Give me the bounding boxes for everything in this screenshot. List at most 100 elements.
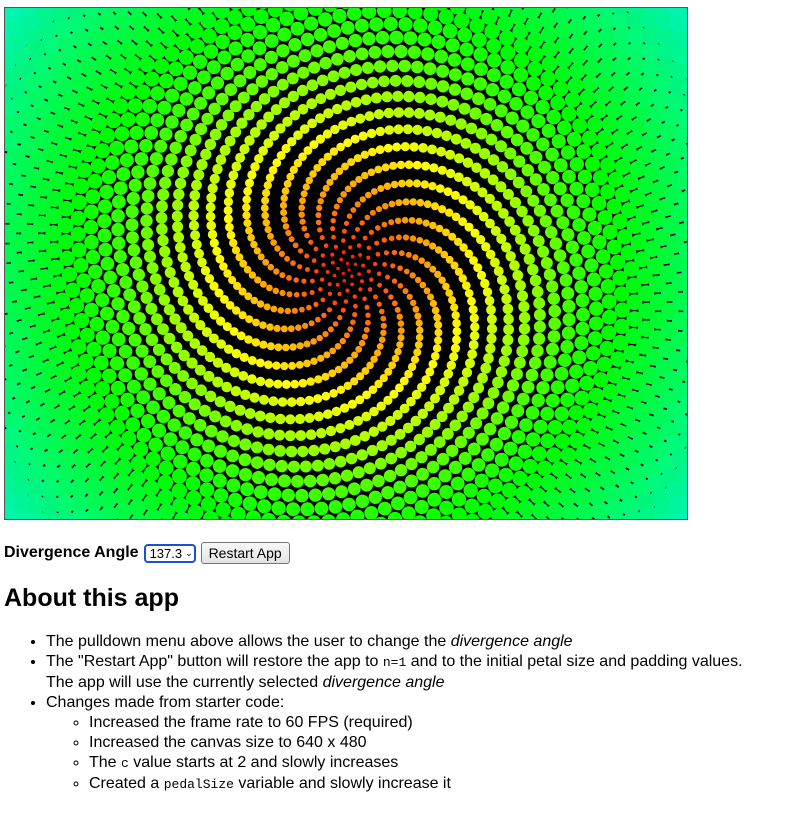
spiral-dot [319, 443, 331, 455]
spiral-dot [551, 461, 568, 478]
spiral-dot [469, 331, 480, 341]
divergence-angle-value: 137.3 [149, 545, 183, 561]
spiral-dot [264, 378, 274, 388]
spiral-dot [341, 250, 346, 255]
spiral-dot [240, 482, 255, 497]
spiral-dot [297, 264, 303, 270]
spiral-dot [558, 489, 576, 507]
spiral-dot [144, 126, 159, 140]
spiral-dot [206, 220, 216, 231]
spiral-dot [257, 499, 272, 514]
spiral-dot [529, 150, 543, 164]
spiral-dot [178, 49, 194, 65]
spiral-dot [113, 249, 127, 264]
spiral-dot [245, 226, 253, 235]
spiral-dot [448, 68, 462, 82]
spiral-dot [577, 231, 591, 245]
spiral-dot [247, 233, 255, 242]
spiral-dot [188, 279, 199, 290]
spiral-dot [516, 205, 528, 218]
spiral-dot [186, 8, 203, 25]
spiral-dot [287, 325, 295, 333]
spiral-dot [469, 107, 482, 120]
spiral-dot [394, 44, 408, 59]
spiral-dot [284, 307, 291, 315]
spiral-dot [171, 210, 183, 222]
spiral-dot [427, 144, 437, 155]
spiral-dot [135, 84, 151, 100]
spiral-dot [359, 431, 371, 442]
spiral-dot [461, 72, 475, 86]
spiral-dot [186, 461, 201, 477]
spiral-dot [84, 234, 99, 250]
spiral-dot [434, 111, 446, 123]
spiral-dot [172, 199, 184, 211]
spiral-dot [276, 61, 289, 74]
spiral-dot [381, 163, 390, 172]
spiral-dot [509, 224, 521, 236]
spiral-dot [320, 253, 325, 258]
spiral-dot [414, 312, 422, 320]
spiral-dot [127, 300, 141, 314]
spiral-dot [224, 135, 236, 147]
spiral-dot [605, 101, 623, 119]
spiral-dot [589, 301, 604, 316]
spiral-dot [389, 30, 404, 45]
spiral-dot [306, 377, 315, 386]
spiral-dot [447, 98, 460, 111]
spiral-dot [109, 356, 125, 371]
spiral-dot [409, 272, 416, 279]
spiral-dot [276, 44, 290, 58]
spiral-dot [405, 251, 412, 258]
spiral-dot [192, 288, 203, 298]
spiral-dot [338, 120, 348, 130]
spiral-dot [350, 274, 354, 279]
spiral-dot [154, 139, 168, 153]
spiral-dot [481, 448, 495, 462]
spiral-dot [150, 273, 162, 285]
divergence-angle-select[interactable]: 137.3 ⌄ [143, 543, 196, 563]
spiral-dot [195, 123, 208, 136]
spiral-dot [367, 168, 376, 177]
spiral-dot [116, 167, 131, 182]
spiral-dot [284, 430, 296, 442]
spiral-dot [200, 12, 217, 29]
spiral-dot [470, 417, 483, 430]
spiral-dot [241, 423, 253, 435]
spiral-dot [517, 334, 530, 346]
spiral-dot [199, 468, 214, 483]
spiral-dot [539, 215, 552, 228]
spiral-dot [151, 423, 167, 438]
spiral-dot [98, 407, 115, 423]
spiral-dot [401, 216, 409, 224]
spiral-dot [209, 238, 219, 248]
spiral-dot [263, 303, 271, 311]
spiral-dot [197, 257, 207, 268]
spiral-dot [295, 488, 309, 503]
spiral-dot [159, 176, 172, 189]
spiral-dot [505, 111, 519, 125]
spiral-dot [331, 53, 344, 66]
spiral-dot [425, 77, 438, 90]
spiral-dot [279, 201, 288, 209]
spiral-dot [468, 305, 478, 315]
list-item-text: variable and slowly increase it [233, 775, 451, 792]
spiral-dot [398, 59, 412, 73]
spiral-dot [502, 303, 514, 315]
spiral-dot [560, 392, 575, 408]
spiral-dot [498, 355, 510, 367]
spiral-dot [415, 484, 430, 498]
spiral-dot [577, 169, 593, 184]
restart-app-button[interactable]: Restart App [200, 542, 290, 564]
spiral-dot [251, 338, 261, 347]
spiral-dot [402, 124, 413, 135]
spiral-dot [330, 218, 336, 224]
spiral-dot [287, 460, 300, 473]
spiral-dot [404, 160, 414, 169]
spiral-dot [280, 194, 288, 202]
spiral-dot [411, 60, 424, 74]
spiral-dot [168, 277, 180, 288]
spiral-dot [560, 447, 577, 464]
spiral-dot [361, 171, 369, 180]
spiral-dot [209, 410, 222, 423]
